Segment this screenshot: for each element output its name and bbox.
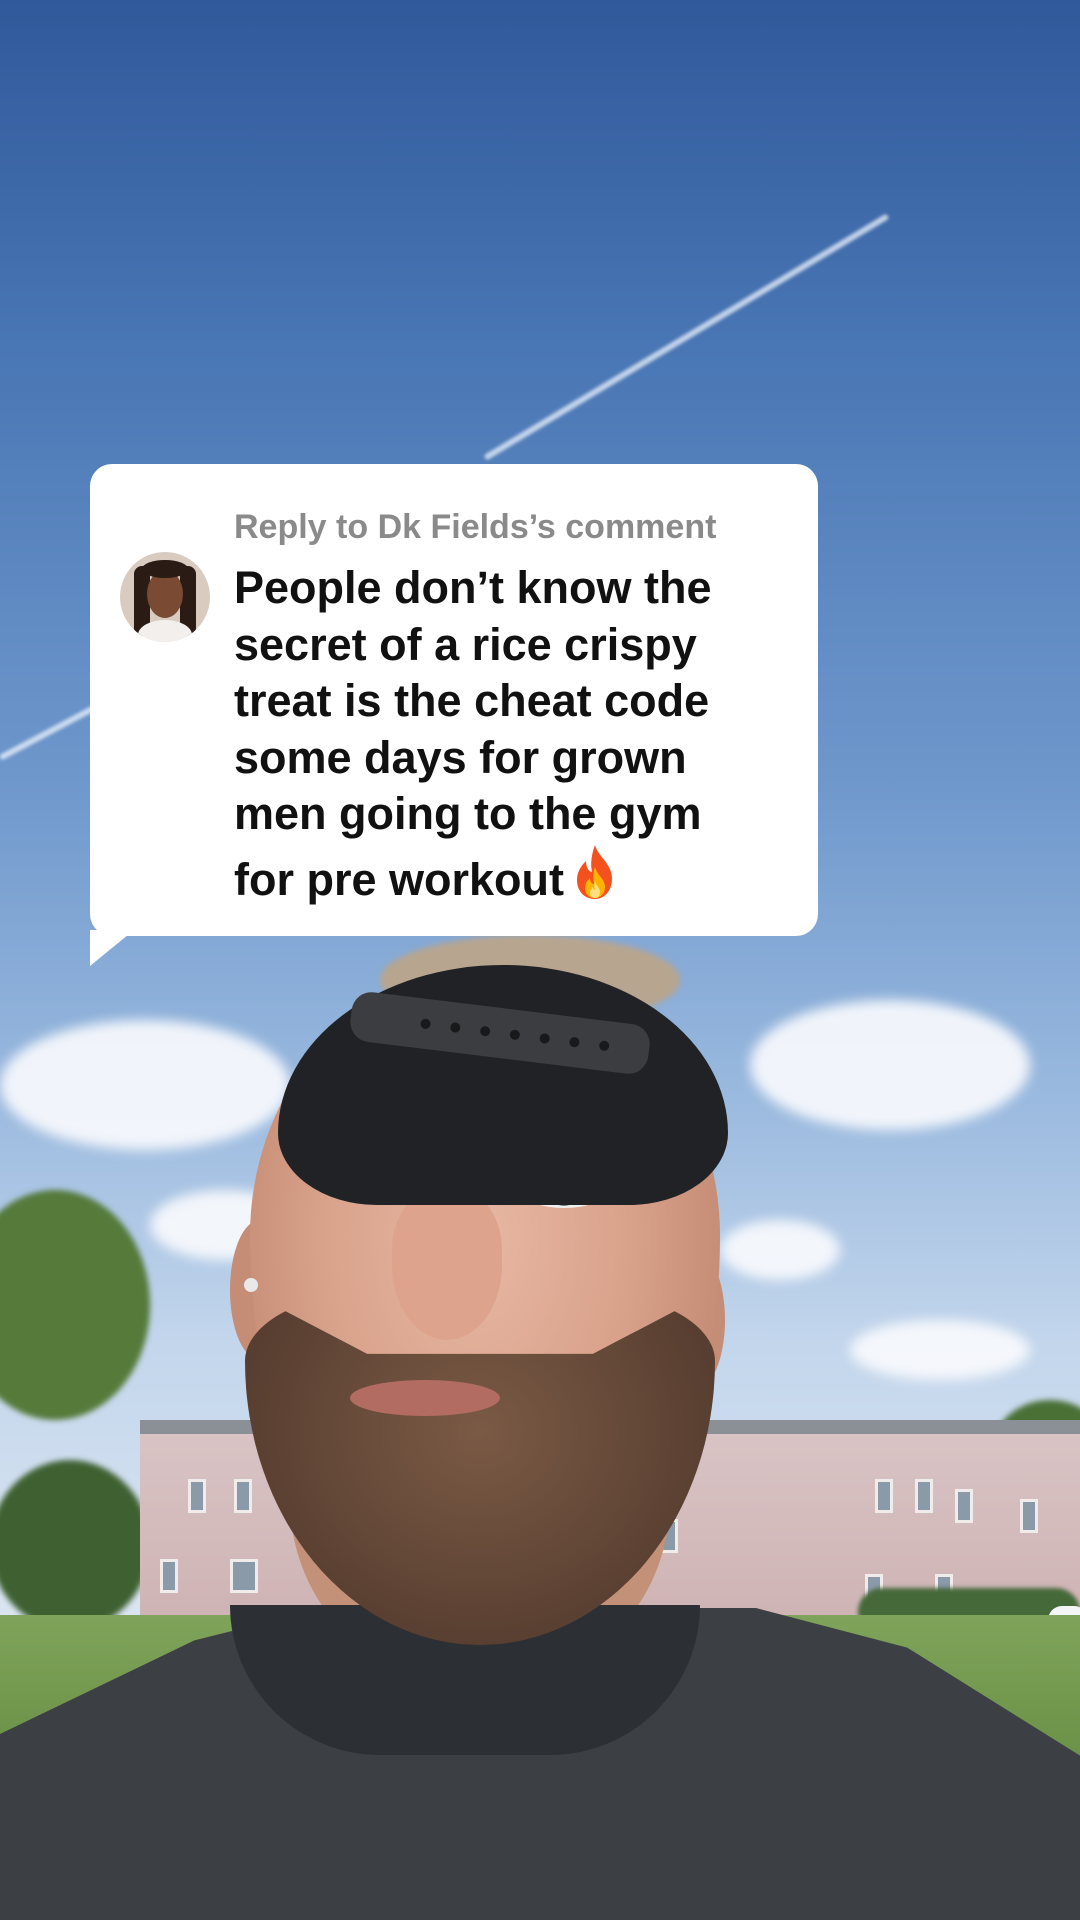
fire-icon xyxy=(572,843,618,915)
reply-header: Reply to Dk Fields’s comment xyxy=(234,508,717,546)
comment-line: for pre workout xyxy=(234,853,565,905)
comment-line: treat is the cheat code xyxy=(234,675,710,726)
earring xyxy=(244,1278,258,1292)
nose xyxy=(392,1190,502,1340)
comment-last-line: for pre workout xyxy=(234,843,804,915)
mouth xyxy=(350,1380,500,1416)
comment-line: secret of a rice crispy xyxy=(234,618,697,670)
comment-line: some days for grown xyxy=(234,731,687,783)
video-background xyxy=(0,0,1080,1920)
comment-text: People don’t know the secret of a rice c… xyxy=(234,560,804,914)
cloud xyxy=(720,1220,840,1280)
comment-line: People don’t know the xyxy=(234,562,712,613)
cloud xyxy=(0,1020,290,1150)
cloud xyxy=(850,1320,1030,1380)
comment-line: men going to the gym xyxy=(234,788,702,839)
commenter-avatar[interactable] xyxy=(120,552,210,642)
cloud xyxy=(750,1000,1030,1130)
